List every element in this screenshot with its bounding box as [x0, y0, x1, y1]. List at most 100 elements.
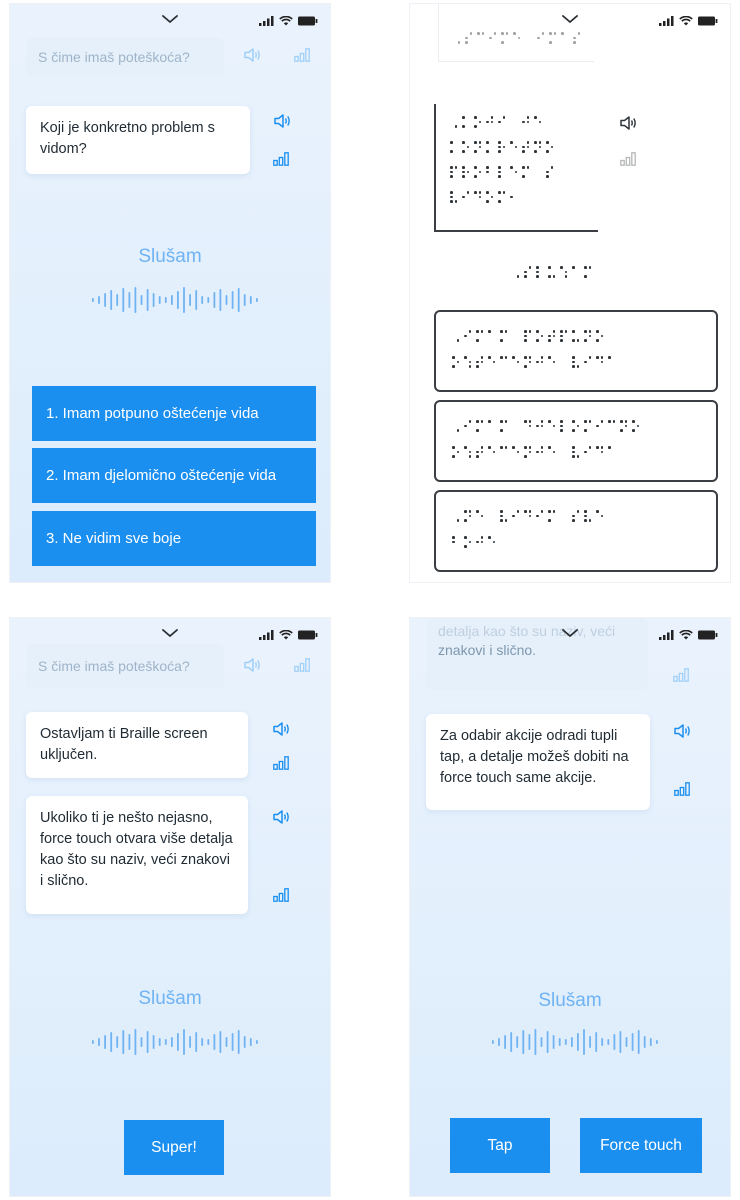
braille-cell	[572, 446, 580, 458]
button-label: Tap	[487, 1136, 513, 1154]
wave-bar	[571, 1037, 573, 1047]
braille-cell	[510, 141, 518, 153]
braille-cell	[462, 166, 470, 178]
speaker-icon[interactable]	[273, 810, 291, 824]
status-bar	[259, 16, 318, 26]
braille-cell	[608, 446, 616, 458]
speaker-icon[interactable]	[274, 114, 292, 128]
braille-cell	[560, 420, 568, 432]
braille-text	[452, 536, 496, 548]
braille-cell	[561, 32, 569, 44]
wave-bar	[189, 294, 191, 306]
speaker-icon[interactable]	[674, 724, 692, 738]
option-button-3[interactable]: 3. Ne vidim sve boje	[32, 511, 316, 566]
wifi-icon	[679, 630, 693, 640]
wifi-icon	[279, 630, 293, 640]
bars-icon[interactable]	[273, 756, 289, 770]
braille-cell	[464, 356, 472, 368]
wave-bar	[546, 1031, 549, 1053]
braille-cell	[534, 166, 542, 178]
battery-icon	[298, 630, 318, 640]
braille-cell	[573, 32, 581, 44]
signal-icon	[259, 16, 274, 26]
speaker-icon[interactable]	[244, 48, 262, 62]
wave-bar	[164, 1039, 167, 1045]
chevron-down-icon[interactable]	[162, 14, 178, 24]
braille-option-2[interactable]	[434, 400, 718, 482]
braille-option-3[interactable]	[434, 490, 718, 572]
braille-cell	[572, 420, 580, 432]
braille-cell	[608, 356, 616, 368]
chevron-down-icon[interactable]	[162, 628, 178, 638]
status-bar	[659, 630, 718, 640]
previous-braille-bubble	[438, 4, 594, 62]
braille-cell	[462, 116, 470, 128]
wave-bar	[649, 1038, 652, 1046]
listening-label: Slušam	[138, 988, 202, 1009]
wave-bar	[171, 1037, 173, 1047]
sound-wave-icon	[92, 287, 258, 313]
wave-bar	[225, 1037, 228, 1047]
option-button-2[interactable]: 2. Imam djelomično oštećenje vida	[32, 448, 316, 503]
braille-cell	[534, 141, 542, 153]
wave-bar	[183, 287, 185, 313]
braille-text	[450, 141, 554, 153]
bars-icon[interactable]	[294, 48, 310, 62]
wave-bar	[243, 294, 246, 306]
braille-option-1[interactable]	[434, 310, 718, 392]
braille-cell	[498, 166, 506, 178]
braille-text	[452, 356, 616, 368]
braille-cell	[513, 32, 521, 44]
bars-icon[interactable]	[620, 152, 636, 166]
braille-cell	[572, 510, 580, 522]
wave-bar	[643, 1036, 646, 1048]
braille-cell	[476, 446, 484, 458]
previous-message-line: detalja kao što su naziv, veći	[438, 623, 616, 639]
wave-bar	[104, 1035, 106, 1049]
braille-cell	[534, 116, 542, 128]
previous-message-line: znakovi i slično.	[438, 642, 537, 658]
signal-icon	[659, 630, 674, 640]
wave-bar	[177, 291, 179, 309]
wave-bar	[607, 1039, 610, 1045]
bars-icon[interactable]	[674, 782, 690, 796]
braille-cell	[488, 356, 496, 368]
bars-icon[interactable]	[273, 152, 289, 166]
bars-icon[interactable]	[273, 888, 289, 902]
sound-wave-icon	[492, 1029, 658, 1055]
braille-cell	[500, 510, 508, 522]
bars-icon[interactable]	[673, 668, 689, 682]
braille-cell	[632, 420, 640, 432]
bars-icon[interactable]	[294, 658, 310, 672]
braille-text	[452, 420, 640, 432]
braille-cell	[596, 356, 604, 368]
assistant-message-text: Ukoliko ti je nešto nejasno, force touch…	[40, 810, 233, 889]
screen-voice-question: S čime imaš poteškoća? Koji je konkretno…	[10, 4, 330, 582]
braille-cell	[512, 510, 520, 522]
braille-cell	[548, 266, 556, 278]
previous-message: detalja kao što su naziv, veći znakovi i…	[426, 618, 648, 690]
braille-cell	[500, 330, 508, 342]
braille-cell	[537, 32, 545, 44]
speaker-icon[interactable]	[244, 658, 262, 672]
braille-cell	[462, 141, 470, 153]
tap-button[interactable]: Tap	[450, 1118, 550, 1173]
chevron-down-icon[interactable]	[562, 628, 578, 638]
braille-cell	[548, 330, 556, 342]
braille-cell	[489, 32, 497, 44]
force-touch-button[interactable]: Force touch	[580, 1118, 702, 1173]
wave-bar	[213, 292, 216, 308]
sound-wave-icon	[92, 1029, 258, 1055]
braille-cell	[462, 191, 470, 203]
braille-cell	[486, 116, 494, 128]
braille-cell	[486, 166, 494, 178]
braille-cell	[536, 330, 544, 342]
battery-icon	[698, 16, 718, 26]
speaker-icon[interactable]	[273, 722, 291, 736]
speaker-icon[interactable]	[620, 116, 638, 130]
wave-bar	[540, 1037, 543, 1047]
braille-text	[450, 116, 542, 128]
braille-cell	[536, 420, 544, 432]
super-button[interactable]: Super!	[124, 1120, 224, 1175]
option-button-1[interactable]: 1. Imam potpuno oštećenje vida	[32, 386, 316, 441]
